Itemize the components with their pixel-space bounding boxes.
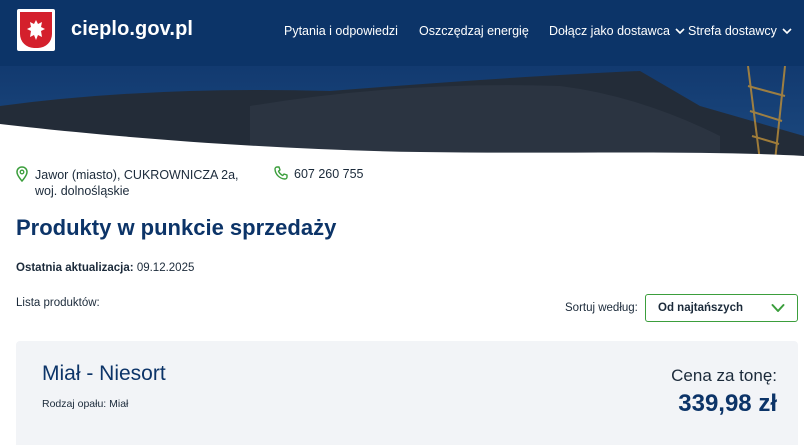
map-pin-icon bbox=[16, 166, 28, 182]
site-title-link[interactable]: cieplo.gov.pl bbox=[71, 18, 193, 41]
page-title: Produkty w punkcie sprzedaży bbox=[16, 215, 337, 240]
nav-link-supplier-zone[interactable]: Strefa dostawcy bbox=[688, 24, 792, 38]
sort-select[interactable]: Od najtańszych bbox=[645, 294, 798, 322]
phone-icon bbox=[274, 166, 288, 180]
hero-image bbox=[0, 66, 804, 166]
coat-of-arms-icon[interactable] bbox=[17, 9, 55, 51]
chevron-down-icon bbox=[782, 28, 792, 35]
chevron-down-icon bbox=[675, 28, 685, 35]
nav-link-save-energy[interactable]: Oszczędzaj energię bbox=[419, 24, 529, 38]
sort-label: Sortuj według: bbox=[565, 302, 638, 314]
last-updated: Ostatnia aktualizacja: 09.12.2025 bbox=[16, 262, 195, 274]
fuel-type: Rodzaj opału: Miał bbox=[42, 398, 129, 410]
contact-info: Jawor (miasto), CUKROWNICZA 2a, woj. dol… bbox=[16, 166, 796, 200]
product-list-label: Lista produktów: bbox=[16, 297, 100, 309]
nav-link-qa[interactable]: Pytania i odpowiedzi bbox=[284, 24, 398, 38]
product-card[interactable]: Miał - Niesort Rodzaj opału: Miał Cena z… bbox=[16, 341, 798, 445]
price-label: Cena za tonę: bbox=[671, 366, 777, 385]
site-header: cieplo.gov.pl Pytania i odpowiedzi Oszcz… bbox=[0, 0, 804, 66]
chevron-down-icon bbox=[771, 304, 785, 312]
nav-link-join-supplier[interactable]: Dołącz jako dostawca bbox=[549, 24, 685, 38]
phone-link[interactable]: 607 260 755 bbox=[294, 167, 364, 181]
sort-selected-value: Od najtańszych bbox=[658, 302, 743, 314]
product-name: Miał - Niesort bbox=[42, 362, 166, 385]
price-value: 339,98 zł bbox=[678, 390, 777, 417]
address-text: Jawor (miasto), CUKROWNICZA 2a, woj. dol… bbox=[35, 168, 239, 198]
